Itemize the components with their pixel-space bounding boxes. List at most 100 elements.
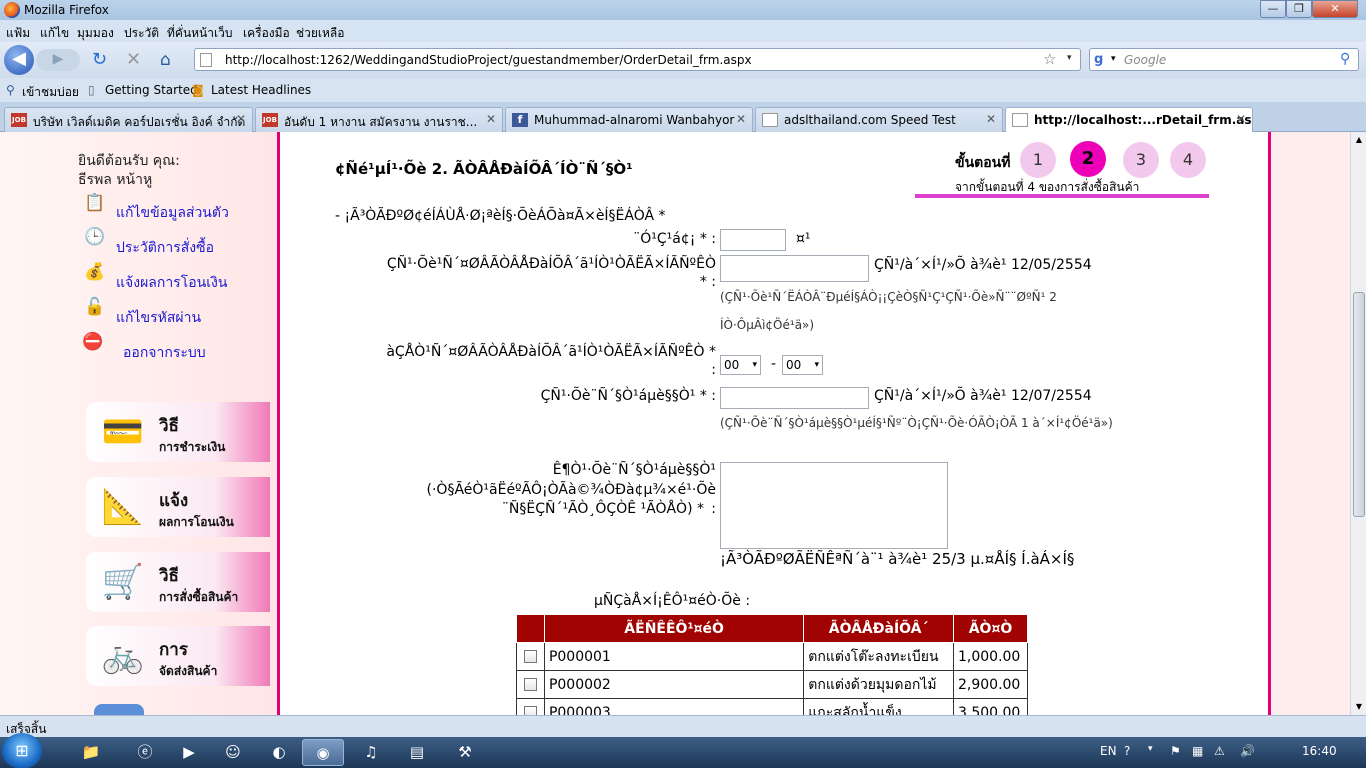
guests-input[interactable] (720, 229, 786, 251)
clock[interactable]: 16:40 (1302, 744, 1337, 758)
vertical-scrollbar[interactable]: ▲ ▼ (1350, 132, 1366, 715)
back-button[interactable]: ◀ (4, 45, 34, 75)
network-alert-icon[interactable]: ⚠ (1214, 744, 1225, 758)
payment-method-button[interactable]: 💳 วิธี การชำระเงิน (86, 402, 270, 462)
minimize-button[interactable]: — (1260, 0, 1286, 18)
sidebar-link-logout[interactable]: ออกจากระบบ (123, 342, 206, 364)
row-checkbox[interactable] (523, 650, 537, 663)
rss-icon: ◙ (192, 83, 204, 97)
firefox-taskbar-icon[interactable]: ◉ (302, 739, 344, 766)
bookmark-getting-started[interactable]: Getting Started (105, 83, 198, 97)
scroll-down-icon[interactable]: ▼ (1351, 699, 1366, 715)
page-icon: ▯ (88, 83, 95, 97)
button-title: วิธี (159, 416, 179, 436)
network-icon[interactable]: ▦ (1192, 744, 1203, 758)
url-dropdown-icon[interactable]: ▾ (1067, 53, 1072, 63)
close-tab-icon[interactable]: ✕ (486, 112, 496, 126)
volume-icon[interactable]: 🔊 (1240, 744, 1255, 758)
tab-bar: JOB บริษัท เวิลด์เมดิค คอร์ปอเรชั่น อิงค… (0, 102, 1366, 226)
time-separator: - (771, 356, 777, 372)
tab-label: บริษัท เวิลด์เมดิค คอร์ปอเรชั่น อิงค์ จำ… (33, 115, 246, 129)
unlock-icon[interactable]: 🔓 (82, 294, 108, 320)
user-name: ธีรพล หน้าหู (78, 172, 153, 188)
sql-icon[interactable]: ▤ (396, 739, 438, 766)
row-checkbox[interactable] (523, 706, 537, 715)
hour-select[interactable]: 00 ▾ (720, 355, 761, 375)
tab-worldmedic[interactable]: JOB บริษัท เวิลด์เมดิค คอร์ปอเรชั่น อิงค… (4, 107, 253, 132)
close-tab-icon[interactable]: ✕ (736, 112, 746, 126)
tools-icon[interactable]: ⚒ (444, 739, 486, 766)
tab-facebook[interactable]: f Muhummad-alnaromi Wanbahyor ✕ (505, 107, 753, 132)
tab-job-search[interactable]: JOB อันดับ 1 หางาน สมัครงาน งานราช... ✕ (255, 107, 503, 132)
menu-file[interactable]: แฟ้ม (6, 24, 30, 43)
search-engine-dropdown-icon[interactable]: ▾ (1111, 54, 1116, 64)
menu-edit[interactable]: แก้ไข (40, 24, 69, 43)
close-tab-icon[interactable]: ✕ (236, 112, 246, 126)
sidebar-link-order-history[interactable]: ประวัติการสั่งซื้อ (116, 237, 214, 259)
how-to-order-button[interactable]: 🛒 วิธี การสั่งซื้อสินค้า (86, 552, 270, 612)
product-code: P000002 (543, 670, 805, 699)
page-title: ¢Ñé¹µÍ¹·Õè 2. ÃÒÂÅÐàÍÕÂ´ÍÒ¨Ñ´§Ò¹ (335, 160, 633, 178)
stop-icon[interactable]: ✕ (126, 50, 146, 70)
edit-profile-icon[interactable]: 📋 (82, 190, 108, 216)
close-window-button[interactable]: ✕ (1312, 0, 1358, 18)
product-description: ตกแต่งด้วยมุมดอกไม้ (803, 670, 954, 699)
menu-tools[interactable]: เครื่องมือ (243, 24, 290, 43)
forward-button[interactable]: ▶ (36, 49, 80, 71)
messenger-icon[interactable]: ☺ (212, 739, 254, 766)
bookmark-latest-headlines[interactable]: Latest Headlines (211, 83, 311, 97)
row-checkbox[interactable] (523, 678, 537, 691)
money-bag-icon[interactable]: 💰 (82, 259, 108, 285)
explorer-icon[interactable]: 📁 (70, 739, 112, 766)
maximize-button[interactable]: ❐ (1286, 0, 1312, 18)
language-indicator[interactable]: EN (1100, 744, 1117, 758)
help-icon[interactable]: ? (1124, 744, 1130, 758)
sidebar-link-edit-profile[interactable]: แก้ไขข้อมูลส่วนตัว (116, 202, 229, 224)
partial-button-icon[interactable] (94, 704, 144, 715)
hour-value: 00 (724, 358, 740, 372)
url-bar[interactable]: http://localhost:1262/WeddingandStudioPr… (194, 48, 1081, 71)
event-date-input[interactable] (720, 387, 869, 409)
logout-icon[interactable]: ⛔ (80, 329, 106, 355)
scroll-thumb[interactable] (1353, 292, 1365, 517)
menu-history[interactable]: ประวัติ (124, 24, 159, 43)
home-icon[interactable]: ⌂ (160, 50, 182, 70)
search-bar[interactable]: g ▾ Google ⚲ (1089, 48, 1359, 71)
chevron-down-icon[interactable]: ▾ (1148, 744, 1153, 754)
start-button[interactable]: ⊞ (2, 733, 42, 768)
table-row: P000003 แกะสลักน้ำแข็ง 3,500.00 (516, 698, 1028, 715)
url-text[interactable]: http://localhost:1262/WeddingandStudioPr… (225, 53, 752, 67)
venue-hint: ¡Ã³ÒÃÐºØÃËÑÊªÑ´à¨¹ à¾è¹ 25/3 µ.¤ÅÍ§ Í.àÁ… (720, 550, 1075, 568)
bookmark-most-visited[interactable]: เข้าชมบ่อย (22, 83, 79, 102)
close-tab-icon[interactable]: ✕ (1236, 112, 1246, 126)
menu-bookmarks[interactable]: ที่คั่นหน้าเว็บ (167, 24, 232, 43)
sidebar-link-change-password[interactable]: แก้ไขรหัสผ่าน (116, 307, 201, 329)
step-2-current: 2 (1070, 141, 1106, 177)
tab-speed-test[interactable]: adslthailand.com Speed Test ✕ (755, 107, 1003, 132)
scroll-up-icon[interactable]: ▲ (1351, 132, 1366, 148)
search-input[interactable]: Google (1124, 53, 1166, 67)
reload-icon[interactable]: ↻ (92, 50, 112, 70)
search-icon[interactable]: ⚲ (1340, 51, 1350, 67)
menu-help[interactable]: ช่วยเหลือ (296, 24, 345, 43)
sidebar-link-payment-notice[interactable]: แจ้งผลการโอนเงิน (116, 272, 227, 294)
itunes-icon[interactable]: ♫ (350, 739, 392, 766)
meeting-time-colon: : (711, 362, 716, 378)
menu-view[interactable]: มุมมอง (77, 24, 114, 43)
bookmark-star-icon[interactable]: ☆ (1043, 50, 1056, 68)
flag-icon[interactable]: ⚑ (1170, 744, 1181, 758)
venue-textarea[interactable] (720, 462, 948, 549)
shipping-button[interactable]: 🚲 การ จัดส่งสินค้า (86, 626, 270, 686)
minute-select[interactable]: 00 ▾ (782, 355, 823, 375)
app-icon[interactable]: ◐ (258, 739, 300, 766)
product-description: ตกแต่งโต๊ะลงทะเบียน (803, 642, 954, 671)
system-tray: EN ? ▾ ⚑ ▦ ⚠ 🔊 16:40 (1096, 737, 1366, 768)
transfer-notice-button[interactable]: 📐 แจ้ง ผลการโอนเงิน (86, 477, 270, 537)
clock-icon[interactable]: 🕒 (82, 224, 108, 250)
google-icon[interactable]: g (1094, 52, 1110, 68)
media-player-icon[interactable]: ▶ (168, 739, 210, 766)
tab-order-detail[interactable]: http://localhost:...rDetail_frm.aspx ✕ (1005, 107, 1253, 133)
ie-icon[interactable]: ⓔ (124, 739, 166, 766)
close-tab-icon[interactable]: ✕ (986, 112, 996, 126)
meeting-date-input[interactable] (720, 255, 869, 282)
